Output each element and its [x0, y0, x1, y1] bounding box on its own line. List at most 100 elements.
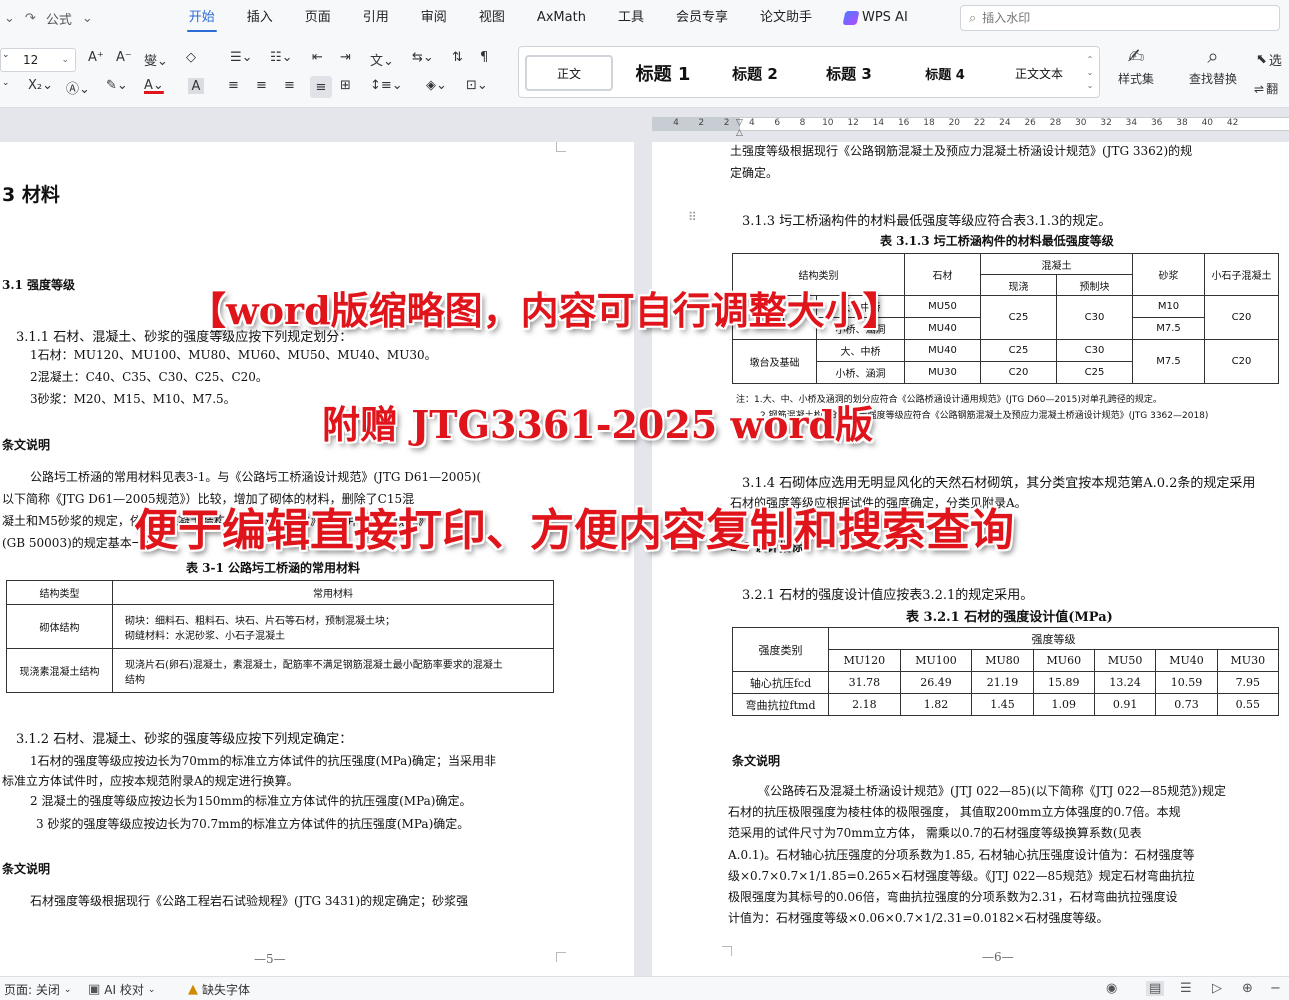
ruler-tick-label: 20 — [948, 118, 961, 128]
page-view-icon[interactable]: ▤ — [1146, 981, 1165, 996]
clause-number: 3.2.1 — [742, 588, 776, 603]
missing-font-label: 缺失字体 — [202, 983, 251, 997]
table-cell: 现浇素混凝土结构 — [6, 648, 113, 693]
promo-banner-line-2: 附赠 JTG3361-2025 word版 — [322, 402, 874, 447]
align-left-icon[interactable]: ≡ — [228, 78, 239, 93]
outline-view-icon[interactable]: ☰ — [1180, 981, 1192, 996]
table-cell: 26.49 — [899, 671, 973, 694]
tab-view[interactable]: 视图 — [463, 0, 521, 36]
align-right-icon[interactable]: ≡ — [284, 78, 295, 93]
select-button[interactable]: ⬉ 选 — [1256, 50, 1282, 69]
chinese-layout-icon[interactable]: 文⌄ — [370, 50, 394, 69]
page-left[interactable]: 3 材料 3.1 强度等级 3.1.1 石材、混凝土、砂浆的强度等级应按下列规定… — [0, 142, 634, 976]
text-effect-icon[interactable]: Ⓐ⌄ — [66, 78, 90, 97]
tab-review[interactable]: 审阅 — [405, 0, 463, 36]
ruler-tick-label: 2 — [723, 118, 730, 128]
web-layout-icon[interactable]: ⊕ — [1242, 981, 1253, 996]
table-header: 小石子混凝土 — [1204, 253, 1279, 296]
translate-button[interactable]: ⇌ 翻 — [1254, 80, 1278, 97]
grow-font-icon[interactable]: A⁺ — [88, 50, 104, 65]
translate-icon: ⇌ — [1254, 81, 1265, 96]
highlight-icon[interactable]: ✎⌄ — [106, 78, 128, 93]
page-right[interactable]: 土强度等级根据现行《公路钢筋混凝土及预应力混凝土桥涵设计规范》(JTG 3362… — [652, 142, 1289, 976]
style-set-button[interactable]: ✍ 样式集 — [1106, 44, 1166, 87]
tab-page[interactable]: 页面 — [289, 0, 347, 36]
zoom-out-icon[interactable]: − — [1270, 981, 1281, 996]
note-line: 极限强度为其标号的0.06倍，弯曲抗拉强度的分项系数为2.31，石材弯曲抗拉强度… — [728, 890, 1178, 904]
tab-paper-assistant[interactable]: 论文助手 — [744, 0, 828, 36]
ruler-tick-label: 18 — [923, 118, 935, 128]
clause-3-2-1: 3.2.1 石材的强度设计值应按表3.2.1的规定采用。 — [742, 584, 1033, 603]
font-size-select[interactable]: 12 ⌄ — [0, 48, 76, 72]
search-input[interactable] — [982, 11, 1263, 25]
justify-icon[interactable]: ≡ — [310, 76, 332, 98]
style-heading-2[interactable]: 标题 2 — [717, 55, 793, 91]
formula-quick-button[interactable]: 公式 — [46, 9, 72, 28]
tab-insert[interactable]: 插入 — [231, 0, 289, 36]
table-cell: MU40 — [904, 339, 981, 362]
list-item: 2混凝土：C40、C35、C30、C25、C20。 — [30, 370, 268, 384]
find-replace-button[interactable]: ⌕ 查找替换 — [1180, 44, 1246, 87]
style-heading-1[interactable]: 标题 1 — [623, 55, 703, 91]
cell-line: 结构 — [125, 674, 145, 686]
chevron-down-icon[interactable]: ⌄ — [82, 11, 93, 26]
table-cell: 0.91 — [1093, 693, 1157, 716]
eye-protection-icon[interactable]: ◉ — [1106, 981, 1117, 996]
ruler-tick-label: 10 — [822, 118, 834, 128]
tab-tools[interactable]: 工具 — [602, 0, 660, 36]
table-cell: MU30 — [904, 361, 981, 384]
margin-corner — [556, 142, 566, 152]
ai-check-button[interactable]: ▣ AI 校对 ⌄ — [88, 981, 155, 998]
line-spacing-icon[interactable]: ↕≡⌄ — [370, 78, 403, 93]
quick-access-toolbar: ⌄ ↷ 公式 ⌄ — [0, 9, 93, 28]
style-heading-4[interactable]: 标题 4 — [907, 55, 983, 91]
drag-handle-icon[interactable]: ⠿ — [688, 210, 697, 224]
show-marks-icon[interactable]: ¶ — [480, 50, 488, 65]
style-gallery-scroll[interactable]: ⌃ ⌄ ⌄ — [1083, 53, 1097, 92]
ruler-tick-label: 24 — [999, 118, 1011, 128]
redo-icon[interactable]: ↷ — [25, 11, 36, 26]
chevron-down-icon[interactable]: ⌄ — [2, 78, 10, 88]
decrease-indent-icon[interactable]: ⇤ — [312, 50, 323, 65]
phonetic-guide-icon[interactable]: 燮⌄ — [144, 50, 168, 69]
table-title: 表 3-1 公路圬工桥涵的常用材料 — [186, 561, 361, 575]
borders-icon[interactable]: ⊡⌄ — [466, 78, 488, 93]
chevron-down-icon[interactable]: ⌄ — [2, 50, 10, 60]
tab-home[interactable]: 开始 — [173, 0, 231, 36]
ruler-tick-label: 32 — [1100, 118, 1112, 128]
read-mode-icon[interactable]: ▷ — [1212, 981, 1222, 996]
increase-indent-icon[interactable]: ⇥ — [340, 50, 351, 65]
sort-icon[interactable]: ⇅ — [452, 50, 463, 65]
align-center-icon[interactable]: ≡ — [256, 78, 267, 93]
tab-axmath[interactable]: AxMath — [521, 0, 602, 36]
style-body-text[interactable]: 正文文本 — [1001, 55, 1077, 91]
numbered-list-icon[interactable]: ☷⌄ — [270, 50, 293, 65]
style-normal[interactable]: 正文 — [525, 55, 613, 91]
char-shading-icon[interactable]: A — [188, 78, 204, 94]
indent-marker-icon[interactable]: ▽ △ — [736, 118, 746, 138]
shrink-font-icon[interactable]: A⁻ — [116, 50, 132, 65]
distribute-icon[interactable]: ⊞ — [340, 78, 351, 93]
clause-number: 3.1.4 — [742, 476, 776, 491]
bullet-list-icon[interactable]: ☰⌄ — [230, 50, 253, 65]
style-heading-3[interactable]: 标题 3 — [811, 55, 887, 91]
subscript-icon[interactable]: X₂⌄ — [28, 78, 53, 93]
table-cell: MU40 — [904, 317, 981, 340]
tab-references[interactable]: 引用 — [347, 0, 405, 36]
clear-format-icon[interactable]: ◇ — [186, 50, 196, 65]
cell-line: 现浇片石(卵石)混凝土，素混凝土，配筋率不满足钢筋混凝土最小配筋率要求的混凝土 — [125, 659, 503, 671]
undo-dropdown-icon[interactable]: ⌄ — [4, 11, 15, 26]
page-status[interactable]: 页面: 关闭 ⌄ — [4, 981, 71, 998]
shading-icon[interactable]: ◈⌄ — [426, 78, 447, 93]
font-color-icon[interactable]: A⌄ — [144, 78, 164, 93]
horizontal-ruler[interactable]: 4 2 2 4 6 8 10 12 14 16 18 20 22 24 26 28 30 32 34 36 38 40 42 — [0, 108, 1289, 138]
text-direction-icon[interactable]: ⇆⌄ — [412, 50, 434, 65]
table-cell: 7.95 — [1216, 671, 1280, 694]
tab-member[interactable]: 会员专享 — [660, 0, 744, 36]
missing-font-button[interactable]: ▲ 缺失字体 — [188, 981, 250, 998]
list-item: 1石材：MU120、MU100、MU80、MU60、MU50、MU40、MU30… — [30, 348, 437, 362]
section-heading-3-1: 3.1 强度等级 — [2, 278, 76, 292]
search-box[interactable]: ⌕ — [960, 5, 1280, 31]
tab-wps-ai[interactable]: WPS AI — [828, 0, 924, 36]
table-cell: 轴心抗压fcd — [732, 671, 829, 694]
